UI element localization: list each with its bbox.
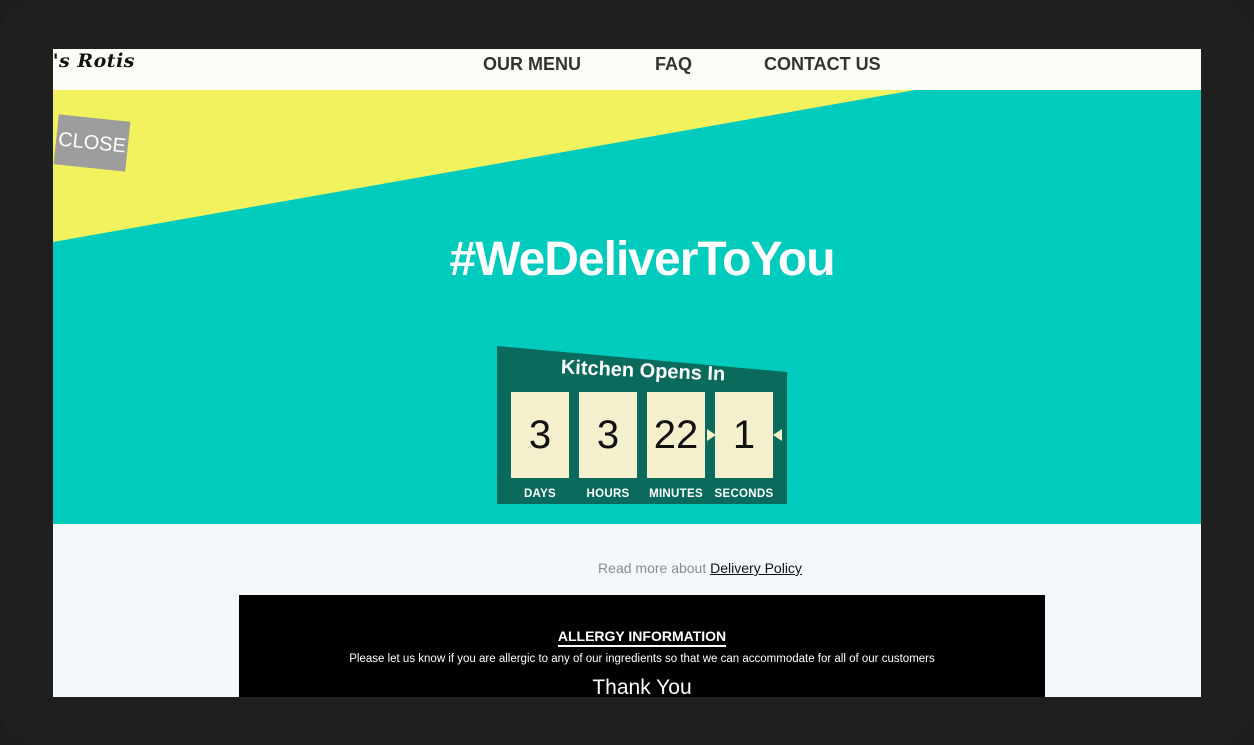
countdown-seconds-value: 1 bbox=[715, 392, 773, 478]
flip-notch-left bbox=[707, 429, 716, 441]
top-nav-bar: i's Rotis OUR MENU FAQ CONTACT US bbox=[53, 49, 1201, 90]
delivery-policy-link[interactable]: Delivery Policy bbox=[710, 560, 802, 576]
countdown-minutes-value: 22 bbox=[647, 392, 705, 478]
browser-viewport: i's Rotis OUR MENU FAQ CONTACT US CLOSE … bbox=[53, 49, 1201, 697]
nav-link-faq[interactable]: FAQ bbox=[655, 53, 692, 75]
delivery-prefix: Read more about bbox=[598, 560, 707, 576]
close-button[interactable]: CLOSE bbox=[53, 114, 131, 172]
countdown-seconds-label: SECONDS bbox=[714, 488, 774, 500]
allergy-info-box: ALLERGY INFORMATION Please let us know i… bbox=[239, 595, 1045, 697]
flip-notch-right bbox=[773, 429, 782, 441]
kitchen-countdown: Kitchen Opens In 3 3 22 1 DAYS HOURS MIN… bbox=[497, 346, 789, 506]
allergy-heading-text: ALLERGY INFORMATION bbox=[557, 628, 727, 647]
delivery-policy-line: Read more about Delivery Policy bbox=[53, 560, 1201, 576]
site-logo[interactable]: i's Rotis bbox=[53, 49, 135, 79]
device-frame: i's Rotis OUR MENU FAQ CONTACT US CLOSE … bbox=[0, 0, 1254, 745]
allergy-text: Please let us know if you are allergic t… bbox=[349, 653, 935, 665]
countdown-hours-value: 3 bbox=[579, 392, 637, 478]
allergy-heading: ALLERGY INFORMATION bbox=[239, 628, 1045, 647]
nav-link-our-menu[interactable]: OUR MENU bbox=[483, 53, 581, 75]
hero-banner: CLOSE #WeDeliverToYou Kitchen Opens In 3… bbox=[53, 90, 1201, 524]
nav-link-contact-us[interactable]: CONTACT US bbox=[764, 53, 881, 75]
countdown-minutes-label: MINUTES bbox=[649, 488, 703, 500]
allergy-thank-you: Thank You bbox=[592, 676, 692, 697]
countdown-hours-label: HOURS bbox=[586, 488, 630, 500]
hero-headline: #WeDeliverToYou bbox=[449, 233, 835, 286]
countdown-days-value: 3 bbox=[511, 392, 569, 478]
countdown-days-label: DAYS bbox=[523, 488, 557, 500]
